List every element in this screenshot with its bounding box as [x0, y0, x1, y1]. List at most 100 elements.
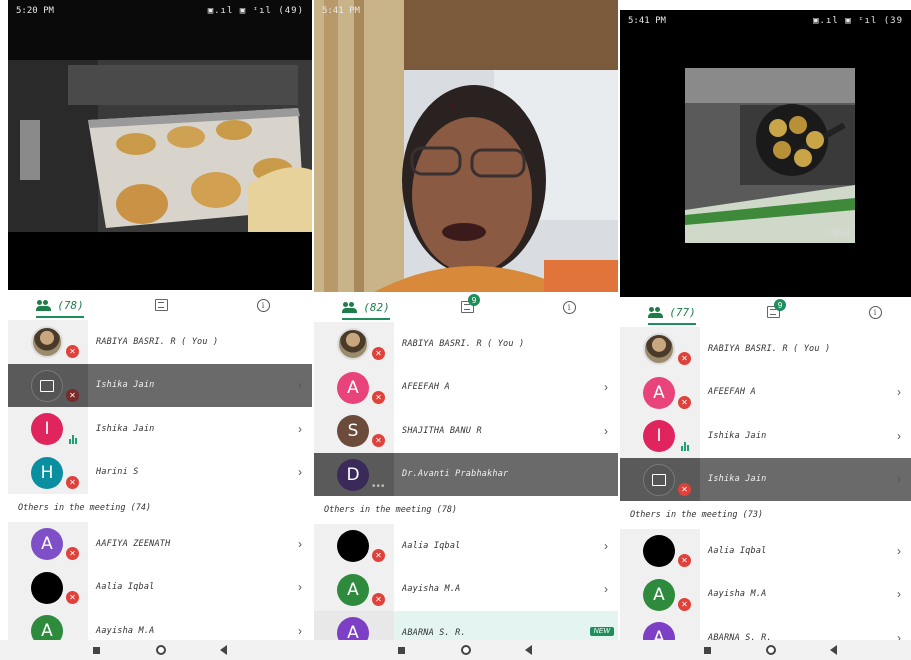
participant-row[interactable]: ✕ Aalia Iqbal ›: [314, 524, 618, 568]
participant-row[interactable]: I Ishika Jain ›: [8, 407, 312, 451]
tab-info[interactable]: i: [860, 297, 890, 327]
home-button[interactable]: [461, 644, 471, 656]
participant-tile: I: [8, 407, 88, 451]
participant-row[interactable]: A ✕ Aayisha M.A ›: [620, 572, 911, 616]
avatar-photo: [337, 328, 369, 360]
tab-people[interactable]: (77): [640, 297, 704, 327]
participant-tile: ✕: [8, 363, 88, 407]
mic-off-icon: ✕: [372, 390, 385, 404]
participant-tile: A: [8, 609, 88, 640]
people-count: (77): [669, 305, 696, 319]
chevron-right-icon: ›: [897, 630, 901, 640]
chevron-right-icon: ›: [298, 378, 302, 393]
status-bar: 5:41 PM: [322, 6, 610, 20]
home-button[interactable]: [156, 644, 166, 656]
participant-row[interactable]: A ✕ Aayisha M.A ›: [314, 567, 618, 611]
meeting-tabs: (82) 9 i: [314, 292, 618, 322]
participant-name: Aalia Iqbal: [708, 545, 767, 556]
participant-row[interactable]: ✕ Aalia Iqbal ›: [8, 565, 312, 609]
participant-tile: ✕: [8, 320, 88, 364]
video-feed-speaker[interactable]: 5:41 PM: [314, 0, 618, 292]
mic-off-icon: ✕: [372, 347, 385, 360]
chevron-right-icon: ›: [298, 465, 302, 480]
avatar: A: [337, 573, 369, 606]
meeting-screen-2: 5:41 PM (82) 9 i ✕ RABIYA BASRI. R ( You …: [314, 0, 618, 640]
back-button[interactable]: [525, 644, 532, 656]
participant-name: Dr.Avanti Prabhakhar: [402, 469, 509, 480]
participant-row[interactable]: ✕ Ishika Jain ›: [620, 457, 911, 501]
recents-icon: [93, 646, 100, 654]
chevron-right-icon: ›: [298, 536, 302, 551]
participant-row[interactable]: H ✕ Harini S ›: [8, 450, 312, 494]
participant-tile: A: [620, 616, 700, 640]
mic-off-icon: ✕: [66, 547, 79, 560]
meeting-screen-1: 5:20 PM ▣.ıl ▣ ᶦıl (49) (78) i ✕ RABIYA B…: [8, 0, 312, 640]
participant-row[interactable]: ✕ Ishika Jain ›: [8, 363, 312, 407]
others-in-meeting-label: Others in the meeting (74): [8, 494, 312, 522]
info-icon: i: [868, 305, 882, 319]
chevron-right-icon: ›: [897, 385, 901, 400]
participant-tile: ✕: [8, 565, 88, 609]
tab-people[interactable]: (82): [334, 292, 398, 322]
participant-row[interactable]: I Ishika Jain ›: [620, 414, 911, 458]
participant-row[interactable]: ✕ RABIYA BASRI. R ( You ): [620, 327, 911, 371]
recents-button[interactable]: [704, 644, 711, 656]
participant-row[interactable]: A ✕ AFEEFAH A ›: [314, 365, 618, 409]
avatar: A: [337, 617, 369, 640]
participant-row[interactable]: S ✕ SHAJITHA BANU R ›: [314, 409, 618, 453]
participant-row[interactable]: ✕ RABIYA BASRI. R ( You ): [314, 322, 618, 366]
participant-name: AAFIYA ZEENATH: [96, 538, 171, 549]
participant-name: SHAJITHA BANU R: [402, 425, 482, 436]
participant-row[interactable]: A ABARNA S. R. NEW: [314, 611, 618, 640]
tab-chat[interactable]: 9: [452, 292, 482, 322]
participant-row[interactable]: A ✕ AAFIYA ZEENATH ›: [8, 522, 312, 566]
tab-chat[interactable]: [146, 290, 176, 320]
participant-tile: ✕: [620, 529, 700, 573]
participant-row[interactable]: A ABARNA S. R. ›: [620, 616, 911, 640]
avatar: A: [31, 528, 63, 560]
status-bar: 5:20 PM ▣.ıl ▣ ᶦıl (49): [16, 6, 304, 20]
avatar: I: [643, 420, 675, 452]
screen-share-icon: [31, 369, 63, 402]
participant-row[interactable]: A ✕ AFEEFAH A ›: [620, 370, 911, 414]
participant-tile: A ✕: [314, 365, 394, 409]
mic-off-icon: ✕: [372, 549, 385, 562]
participant-name: Harini S: [96, 467, 139, 478]
status-time: 5:41 PM: [322, 6, 360, 16]
avatar: A: [643, 622, 675, 640]
video-frame-cookies: [8, 0, 312, 290]
tab-info[interactable]: i: [248, 290, 278, 320]
participant-name: Aayisha M.A: [708, 589, 767, 600]
tab-people[interactable]: (78): [28, 290, 92, 320]
chevron-right-icon: ›: [298, 421, 302, 436]
speaking-icon: [69, 434, 79, 444]
participant-row[interactable]: ✕ Aalia Iqbal ›: [620, 529, 911, 573]
video-feed-oven[interactable]: 5:20 PM ▣.ıl ▣ ᶦıl (49): [8, 0, 312, 290]
recents-button[interactable]: [93, 644, 100, 656]
participant-tile: A: [314, 611, 394, 640]
avatar: A: [337, 371, 369, 404]
participant-row[interactable]: A Aayisha M.A ›: [8, 609, 312, 640]
avatar-photo: [643, 333, 675, 365]
video-feed-shared[interactable]: InShOt 5:41 PM ▣.ıl ▣ ᶦıl (39: [620, 10, 911, 297]
tab-info[interactable]: i: [554, 292, 584, 322]
back-icon: [525, 645, 532, 655]
back-button[interactable]: [830, 644, 837, 656]
participant-row[interactable]: D ••• Dr.Avanti Prabhakhar: [314, 452, 618, 496]
back-icon: [220, 645, 227, 655]
tab-chat[interactable]: 9: [758, 297, 788, 327]
home-button[interactable]: [766, 644, 776, 656]
meeting-tabs: (78) i: [8, 290, 312, 320]
recents-button[interactable]: [398, 644, 405, 656]
home-icon: [156, 645, 166, 655]
avatar: D: [337, 458, 369, 491]
chat-unread-badge: 9: [468, 294, 480, 306]
participant-name: RABIYA BASRI. R ( You ): [96, 336, 219, 347]
participant-tile: A ✕: [620, 572, 700, 616]
video-frame-person: [314, 0, 618, 292]
participant-tile: ✕: [314, 322, 394, 366]
avatar: [337, 530, 369, 562]
participant-row[interactable]: ✕ RABIYA BASRI. R ( You ): [8, 320, 312, 364]
others-in-meeting-label: Others in the meeting (78): [314, 496, 618, 524]
back-button[interactable]: [220, 644, 227, 656]
